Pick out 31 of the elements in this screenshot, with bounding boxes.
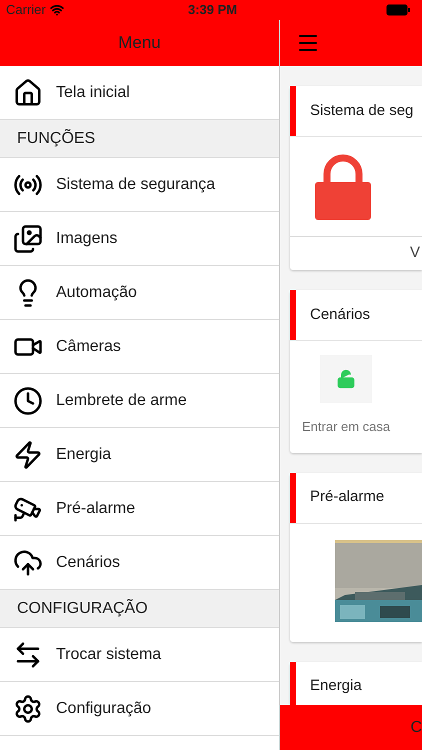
section-header: CONFIGURAÇÃO [0, 590, 279, 628]
card-title: Energia [309, 676, 362, 696]
card-title: Pré-alarme [309, 487, 384, 508]
battery-icon [386, 4, 410, 16]
carrier-text: Carrier [6, 1, 46, 20]
settings-icon [13, 694, 43, 724]
menu-item[interactable]: Automação [0, 266, 279, 320]
cloud-upload-icon [13, 548, 43, 578]
clock-icon [13, 386, 43, 416]
card-title: Cenários [309, 304, 370, 325]
card-title: Sistema de seg [309, 100, 414, 121]
menu-item[interactable]: Configuração [0, 682, 279, 736]
scene-button[interactable]: Entrar em casa [302, 355, 390, 436]
time-text: 3:39 PM [188, 1, 238, 20]
menu-item[interactable]: Energia [0, 428, 279, 482]
images-icon [13, 224, 43, 254]
menu-title: Menu [118, 32, 161, 54]
section-header: FUNÇÕES [0, 120, 279, 158]
menu-item[interactable]: Pré-alarme [0, 482, 279, 536]
menu-item[interactable]: Imagens [0, 212, 279, 266]
open-padlock-icon [336, 369, 356, 389]
lightning-icon [13, 440, 43, 470]
home-icon [13, 78, 43, 108]
padlock-icon [315, 154, 371, 220]
bottom-action-button[interactable]: C [280, 705, 422, 750]
menu-item[interactable]: Trocar sistema [0, 628, 279, 682]
menu-item[interactable]: Sistema de segurança [0, 158, 279, 212]
wifi-icon [50, 3, 64, 17]
menu-item[interactable]: Câmeras [0, 320, 279, 374]
menu-item[interactable]: Lembrete de arme [0, 374, 279, 428]
card-footer-text: V [410, 243, 420, 264]
